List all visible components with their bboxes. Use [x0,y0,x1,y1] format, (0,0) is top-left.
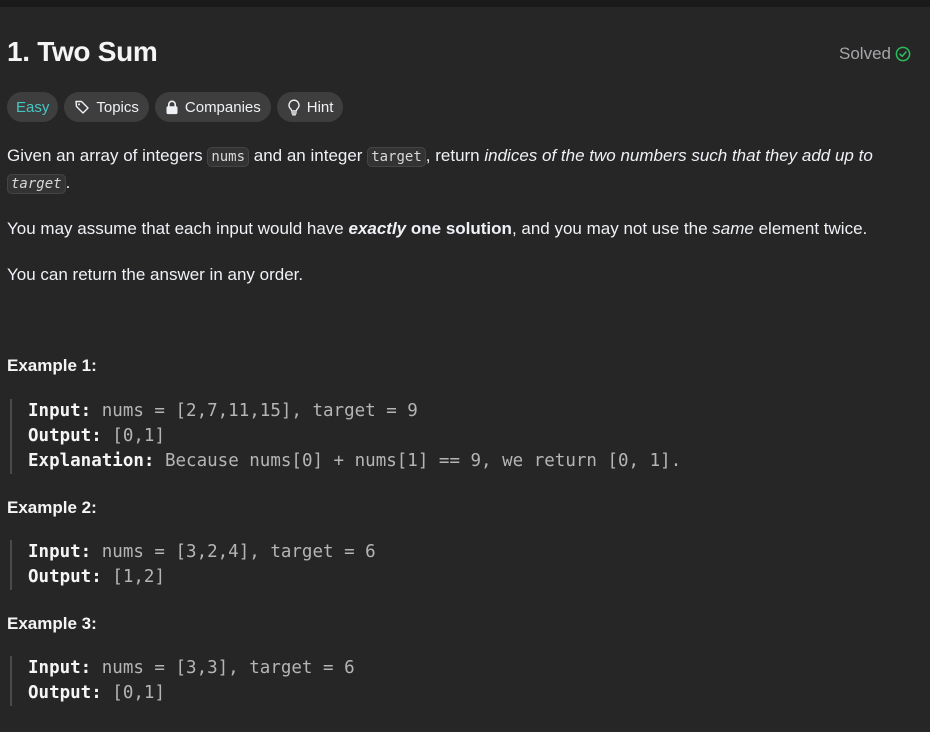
explanation-value: Because nums[0] + nums[1] == 9, we retur… [154,451,682,471]
output-label: Output: [28,683,102,703]
text: indices of the two numbers such that the… [484,146,873,165]
input-label: Input: [28,542,92,562]
text: You may assume that each input would hav… [7,219,349,238]
output-value: [0,1] [101,683,165,703]
example-output-line: Output: [0,1] [28,424,681,449]
example-2-block: Input: nums = [3,2,4], target = 6 Output… [10,540,376,590]
problem-title: 1. Two Sum [7,36,158,67]
solved-status: Solved [839,44,911,64]
italic-text: same [712,219,754,238]
hint-button[interactable]: Hint [276,92,344,122]
input-value: nums = [3,3], target = 6 [91,658,355,678]
bold-text: exactly one solution [348,219,511,238]
lock-icon [165,100,179,115]
top-bar [0,0,930,7]
tag-icon [74,99,90,115]
text: and an integer [249,146,368,165]
example-input-line: Input: nums = [3,3], target = 6 [28,656,355,681]
input-label: Input: [28,401,92,421]
text: . [65,173,71,192]
description-paragraph-3: You can return the answer in any order. [7,265,304,284]
description-paragraph-2: You may assume that each input would hav… [7,216,907,242]
input-value: nums = [2,7,11,15], target = 9 [91,401,418,421]
output-label: Output: [28,567,102,587]
example-explanation-line: Explanation: Because nums[0] + nums[1] =… [28,449,681,474]
inline-code: target [7,174,66,194]
companies-button[interactable]: Companies [154,92,271,122]
companies-label: Companies [184,98,261,116]
check-circle-icon [895,46,911,62]
example-3-block: Input: nums = [3,3], target = 6 Output: … [10,656,355,706]
difficulty-badge[interactable]: Easy [7,92,59,122]
difficulty-label: Easy [16,98,50,116]
topics-button[interactable]: Topics [64,92,149,122]
example-2-heading: Example 2: [7,498,97,517]
description-paragraph-1: Given an array of integers nums and an i… [7,143,907,197]
input-label: Input: [28,658,92,678]
input-value: nums = [3,2,4], target = 6 [91,542,376,562]
solved-label: Solved [839,44,891,63]
example-input-line: Input: nums = [2,7,11,15], target = 9 [28,399,681,424]
bold-italic-text: exactly [348,219,407,238]
explanation-label: Explanation: [28,451,155,471]
text: one solution [406,219,512,238]
example-output-line: Output: [0,1] [28,681,355,706]
output-value: [1,2] [101,567,165,587]
text: element twice. [753,219,868,238]
output-value: [0,1] [101,426,165,446]
text: , and you may not use the [511,219,713,238]
hint-label: Hint [306,98,334,116]
inline-code: nums [207,147,250,167]
output-label: Output: [28,426,102,446]
inline-code: target [367,147,426,167]
lightbulb-icon [287,99,301,116]
example-3-heading: Example 3: [7,614,97,633]
text: Given an array of integers [7,146,208,165]
example-1-heading: Example 1: [7,356,97,375]
topics-label: Topics [96,98,139,116]
example-output-line: Output: [1,2] [28,565,376,590]
example-1-block: Input: nums = [2,7,11,15], target = 9 Ou… [10,399,681,474]
tag-row: Easy Topics Companies Hint [7,92,344,122]
example-input-line: Input: nums = [3,2,4], target = 6 [28,540,376,565]
text: , return [425,146,485,165]
